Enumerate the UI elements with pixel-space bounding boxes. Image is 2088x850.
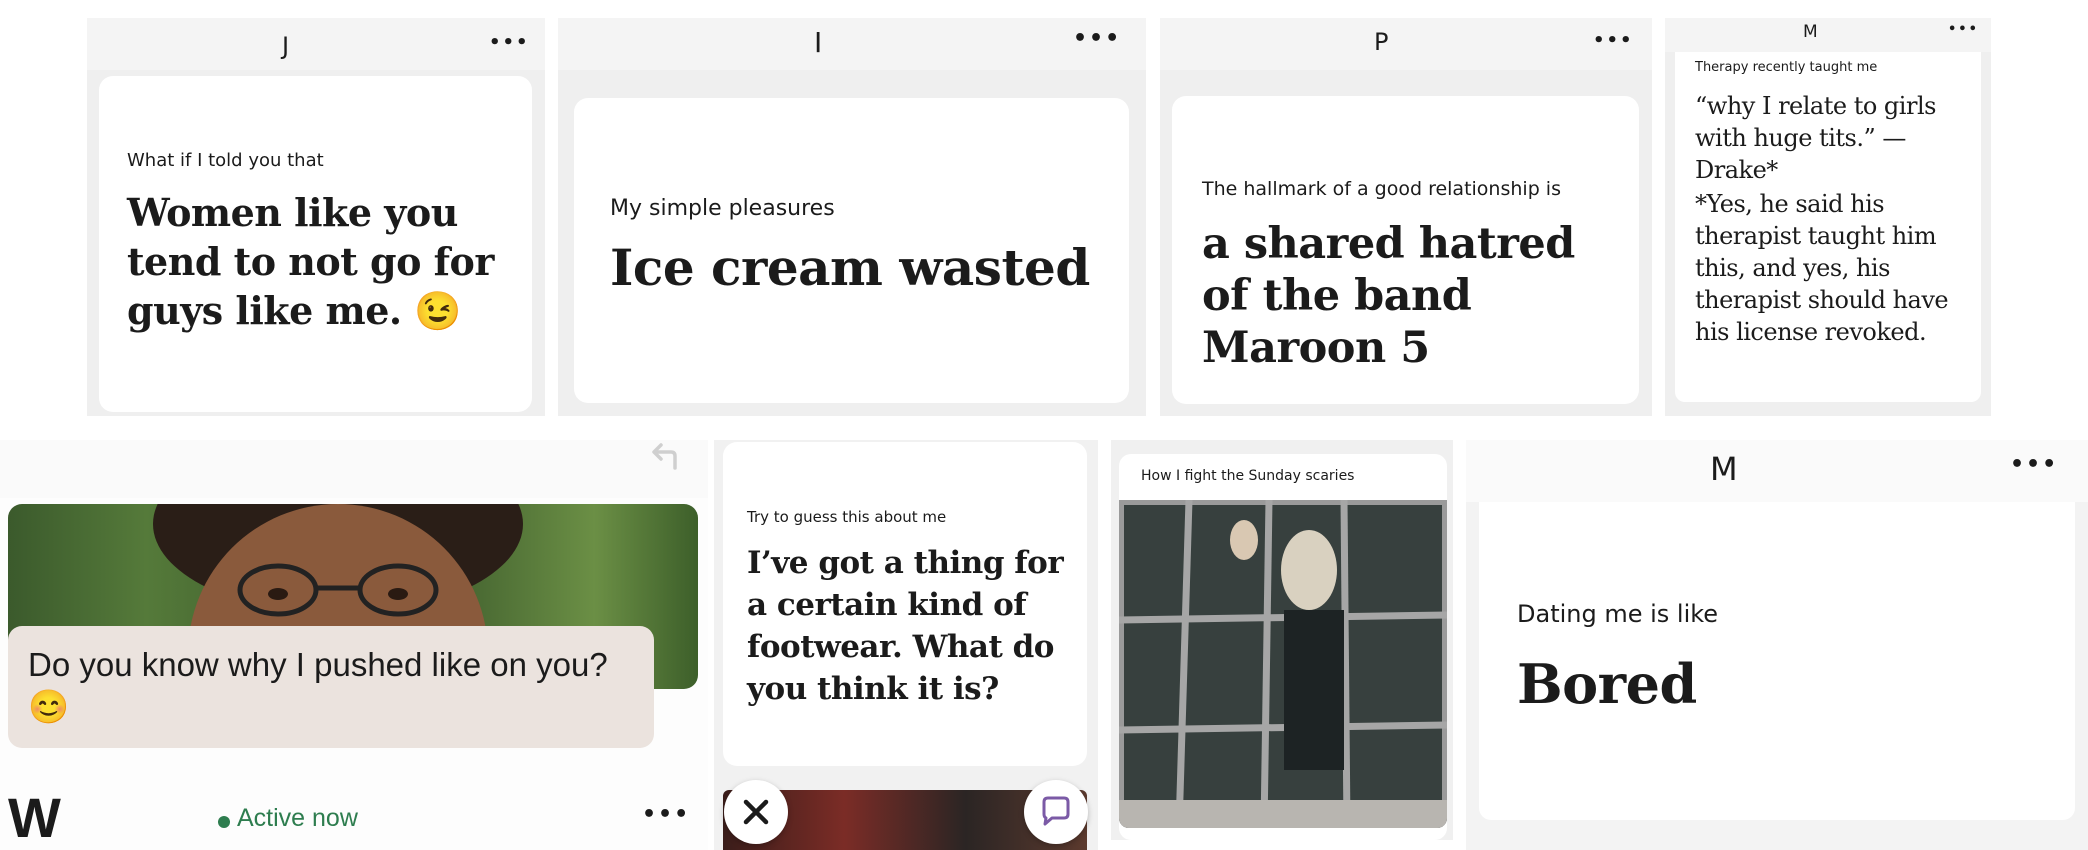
- more-options-icon[interactable]: •••: [642, 802, 690, 827]
- close-icon: [743, 799, 769, 825]
- prompt-card: Try to guess this about me I’ve got a th…: [723, 442, 1087, 766]
- prompt-card: The hallmark of a good relationship is a…: [1172, 96, 1639, 404]
- prompt-question: How I fight the Sunday scaries: [1141, 468, 1355, 484]
- undo-icon[interactable]: [645, 440, 685, 480]
- photo-prompt-card: How I fight the Sunday scaries: [1119, 454, 1447, 840]
- more-options-icon[interactable]: •••: [2010, 452, 2058, 477]
- profile-panel-m-top: M ••• Therapy recently taught me “why I …: [1665, 18, 1991, 416]
- prompt-photo[interactable]: [1119, 500, 1447, 828]
- prompt-question: Try to guess this about me: [747, 508, 947, 526]
- prompt-question: The hallmark of a good relationship is: [1202, 178, 1561, 200]
- active-status: Active now: [237, 804, 358, 832]
- top-bar: [0, 440, 708, 498]
- prompt-answer: Bored: [1517, 652, 1697, 716]
- profile-panel-i: I ••• My simple pleasures Ice cream wast…: [558, 18, 1146, 416]
- prompt-answer: “why I relate to girls with huge tits.” …: [1695, 92, 1936, 184]
- prompt-answer: Ice cream wasted: [610, 238, 1090, 297]
- dating-panel: M ••• Dating me is like Bored: [1466, 440, 2088, 850]
- more-options-icon[interactable]: •••: [489, 32, 530, 53]
- profile-initial: J: [282, 32, 290, 60]
- prompt-card: My simple pleasures Ice cream wasted: [574, 98, 1129, 403]
- prompt-answer: a shared hatred of the band Maroon 5: [1202, 219, 1575, 373]
- prompt-card: Therapy recently taught me “why I relate…: [1675, 52, 1981, 402]
- pass-button[interactable]: [724, 780, 788, 844]
- more-options-icon[interactable]: •••: [1593, 30, 1634, 51]
- comment-button[interactable]: [1024, 780, 1088, 844]
- profile-initial: I: [814, 26, 823, 59]
- prompt-answer: Women like you tend to not go for guys l…: [127, 190, 494, 333]
- chat-profile-panel: Do you know why I pushed like on you? 😊 …: [0, 440, 708, 850]
- guess-panel: Try to guess this about me I’ve got a th…: [714, 440, 1098, 850]
- profile-initial: P: [1374, 28, 1389, 56]
- message-text: Do you know why I pushed like on you? 😊: [28, 646, 608, 725]
- profile-header: P •••: [1160, 18, 1652, 70]
- profile-header: M •••: [1466, 440, 2088, 502]
- prompt-question: Dating me is like: [1517, 600, 1719, 628]
- active-status-dot: [218, 816, 230, 828]
- profile-header: J •••: [87, 18, 545, 70]
- more-options-icon[interactable]: •••: [1948, 22, 1979, 37]
- profile-panel-p: P ••• The hallmark of a good relationshi…: [1160, 18, 1652, 416]
- more-options-icon[interactable]: •••: [1073, 26, 1121, 51]
- prompt-question: What if I told you that: [127, 150, 324, 171]
- prompt-question: Therapy recently taught me: [1695, 60, 1878, 75]
- profile-initial: M: [1803, 22, 1818, 42]
- prompt-card: Dating me is like Bored: [1479, 502, 2075, 820]
- prompt-question: My simple pleasures: [610, 196, 835, 221]
- prompt-answer: I’ve got a thing for a certain kind of f…: [747, 545, 1064, 707]
- message-bubble: Do you know why I pushed like on you? 😊: [8, 626, 654, 748]
- prompt-card: What if I told you that Women like you t…: [99, 76, 532, 412]
- profile-initial: M: [1710, 450, 1738, 488]
- profile-initial: W: [8, 786, 61, 849]
- profile-header: I •••: [558, 18, 1146, 70]
- profile-panel-j: J ••• What if I told you that Women like…: [87, 18, 545, 416]
- profile-header: M •••: [1665, 18, 1991, 52]
- prompt-answer-footnote: *Yes, he said his therapist taught him t…: [1695, 190, 1949, 346]
- chat-icon: [1042, 796, 1070, 826]
- scaries-panel: How I fight the Sunday scaries: [1111, 440, 1453, 840]
